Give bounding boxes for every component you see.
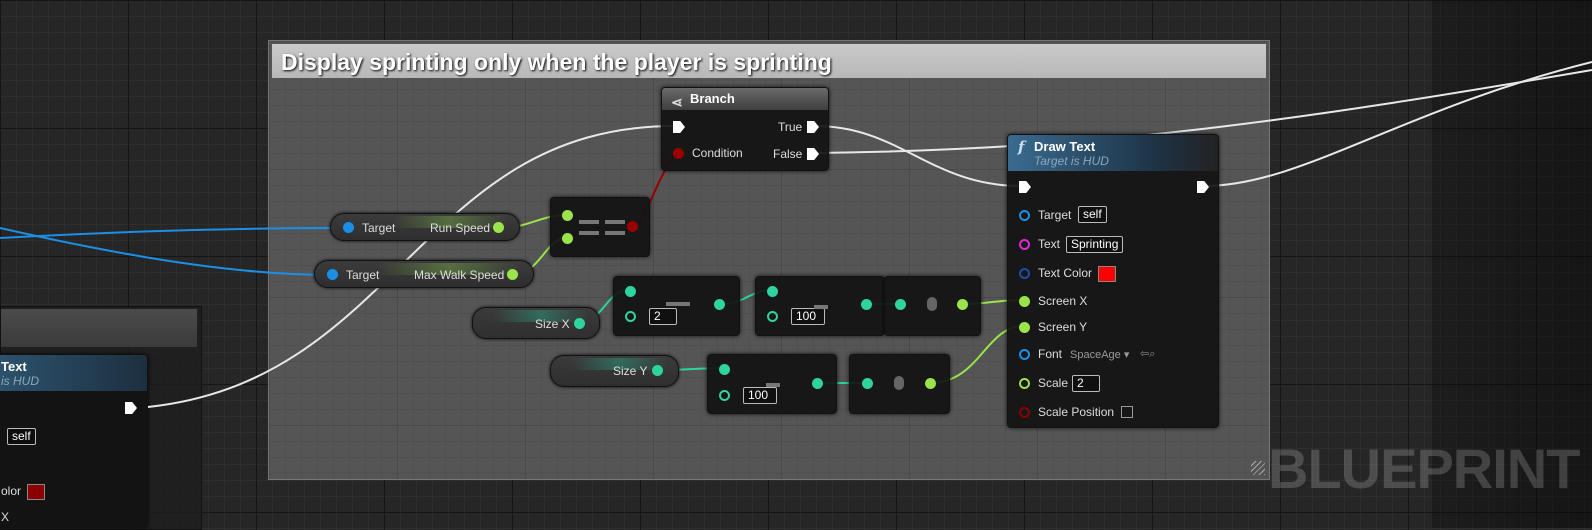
draw-text-title: Draw Text [1034,139,1096,154]
draw-text-color-pin[interactable] [1019,268,1030,279]
draw-text-color-label: Text Color [1038,266,1093,280]
multiply-y-glyph [766,383,780,387]
size-y-label: Size Y [613,364,648,378]
draw-text-scale-value[interactable]: 2 [1072,375,1100,392]
draw-text-color-swatch[interactable] [1098,266,1116,282]
draw-text-scale-position-pin[interactable] [1019,407,1030,418]
branch-exec-in-pin[interactable] [673,121,685,133]
branch-true-label: True [778,120,803,134]
draw-text-scale-label: Scale [1038,376,1069,390]
draw-text-font-dropdown[interactable]: SpaceAge ▾ [1070,348,1129,361]
function-icon: f [1018,138,1025,156]
draw-text-header[interactable]: f Draw Text Target is HUD [1008,135,1218,171]
compare-in-b-pin[interactable] [562,233,573,244]
multiply-x-in-b-pin[interactable] [767,311,778,322]
multiply-x-out-pin[interactable] [861,299,872,310]
compare-glyph-2 [579,231,599,235]
run-speed-label: Run Speed [430,221,491,235]
draw-text-font-value: SpaceAge [1070,349,1121,361]
multiply-y-out-pin[interactable] [812,378,823,389]
draw-text-exec-in-pin[interactable] [1019,181,1031,193]
draw-text-text-label: Text [1038,237,1061,251]
divide-in-a-pin[interactable] [625,286,636,297]
draw-text-target-value[interactable]: self [1078,206,1107,223]
compare-glyph-4 [605,231,625,235]
draw-text-text-value[interactable]: Sprinting [1066,236,1124,253]
branch-false-label: False [773,147,803,161]
branch-node[interactable]: ⋖ Branch Condition True False [661,87,829,171]
compare-out-pin[interactable] [627,221,638,232]
draw-text-scale-position-checkbox[interactable] [1121,406,1133,418]
divide-out-pin[interactable] [714,299,725,310]
size-x-out-pin[interactable] [574,318,585,329]
draw-text-exec-out-pin[interactable] [1197,181,1209,193]
draw-text-font-label: Font [1038,347,1063,361]
max-walk-out-pin[interactable] [507,269,518,280]
size-y-getter[interactable]: Size Y [550,355,679,387]
convert-x-out-pin[interactable] [957,299,968,310]
divide-in-b-pin[interactable] [625,311,636,322]
divide-value[interactable]: 2 [649,308,677,325]
draw-text-screen-x-label: Screen X [1038,294,1088,308]
convert-y-out-pin[interactable] [925,378,936,389]
compare-node[interactable] [550,197,650,257]
convert-x-node[interactable] [884,276,981,336]
compare-in-a-pin[interactable] [562,210,573,221]
draw-text-font-pin[interactable] [1019,349,1030,360]
multiply-x-glyph [814,305,828,309]
draw-text-target-label: Target [1038,208,1072,222]
multiply-x-in-a-pin[interactable] [767,286,778,297]
max-walk-target-pin[interactable] [327,269,338,280]
branch-false-pin[interactable] [807,148,819,160]
multiply-x-node[interactable]: 100 [755,276,885,336]
divide-node[interactable]: 2 [613,276,740,336]
draw-text-target-pin[interactable] [1019,210,1030,221]
draw-text-scale-position-label: Scale Position [1038,405,1115,419]
compare-glyph [579,220,599,224]
object-wire-1 [0,227,349,239]
multiply-y-in-a-pin[interactable] [719,364,730,375]
size-x-getter[interactable]: Size X [472,307,600,339]
max-walk-target-label: Target [346,268,380,282]
convert-y-node[interactable] [849,354,950,414]
branch-condition-label: Condition [692,146,743,160]
draw-text-screen-x-pin[interactable] [1019,296,1030,307]
wire-layer [0,61,1592,408]
convert-x-in-pin[interactable] [895,299,906,310]
branch-title: Branch [690,91,735,106]
font-browse-icons[interactable]: ⇦⌕ [1140,347,1155,361]
draw-text-subtitle: Target is HUD [1034,154,1109,168]
branch-condition-pin[interactable] [673,148,684,159]
size-y-out-pin[interactable] [652,365,663,376]
multiply-x-value[interactable]: 100 [791,308,825,325]
max-walk-speed-getter[interactable]: Target Max Walk Speed [314,260,534,288]
exec-wire-true [814,125,1023,187]
max-walk-label: Max Walk Speed [414,268,505,282]
draw-text-scale-pin[interactable] [1019,378,1030,389]
search-icon[interactable]: ⌕ [1149,348,1155,360]
run-speed-target-label: Target [362,221,396,235]
convert-y-in-pin[interactable] [862,378,873,389]
draw-text-node[interactable]: f Draw Text Target is HUD Target self Te… [1007,134,1219,428]
divide-glyph [666,302,690,306]
draw-text-text-pin[interactable] [1019,239,1030,250]
multiply-y-value[interactable]: 100 [743,387,777,404]
chevron-down-icon: ▾ [1123,349,1130,361]
compare-glyph-3 [605,220,625,224]
convert-y-glyph [894,376,904,390]
arrow-left-icon[interactable]: ⇦ [1140,348,1149,360]
branch-icon: ⋖ [671,94,683,110]
draw-text-screen-y-pin[interactable] [1019,322,1030,333]
multiply-y-in-b-pin[interactable] [719,390,730,401]
branch-header[interactable]: ⋖ Branch [662,88,828,110]
run-speed-out-pin[interactable] [493,222,504,233]
multiply-y-node[interactable]: 100 [707,354,837,414]
run-speed-getter[interactable]: Target Run Speed [330,213,520,241]
draw-text-screen-y-label: Screen Y [1038,320,1088,334]
convert-x-glyph [927,297,937,311]
branch-true-pin[interactable] [807,121,819,133]
size-x-label: Size X [535,317,570,331]
run-speed-target-pin[interactable] [343,222,354,233]
